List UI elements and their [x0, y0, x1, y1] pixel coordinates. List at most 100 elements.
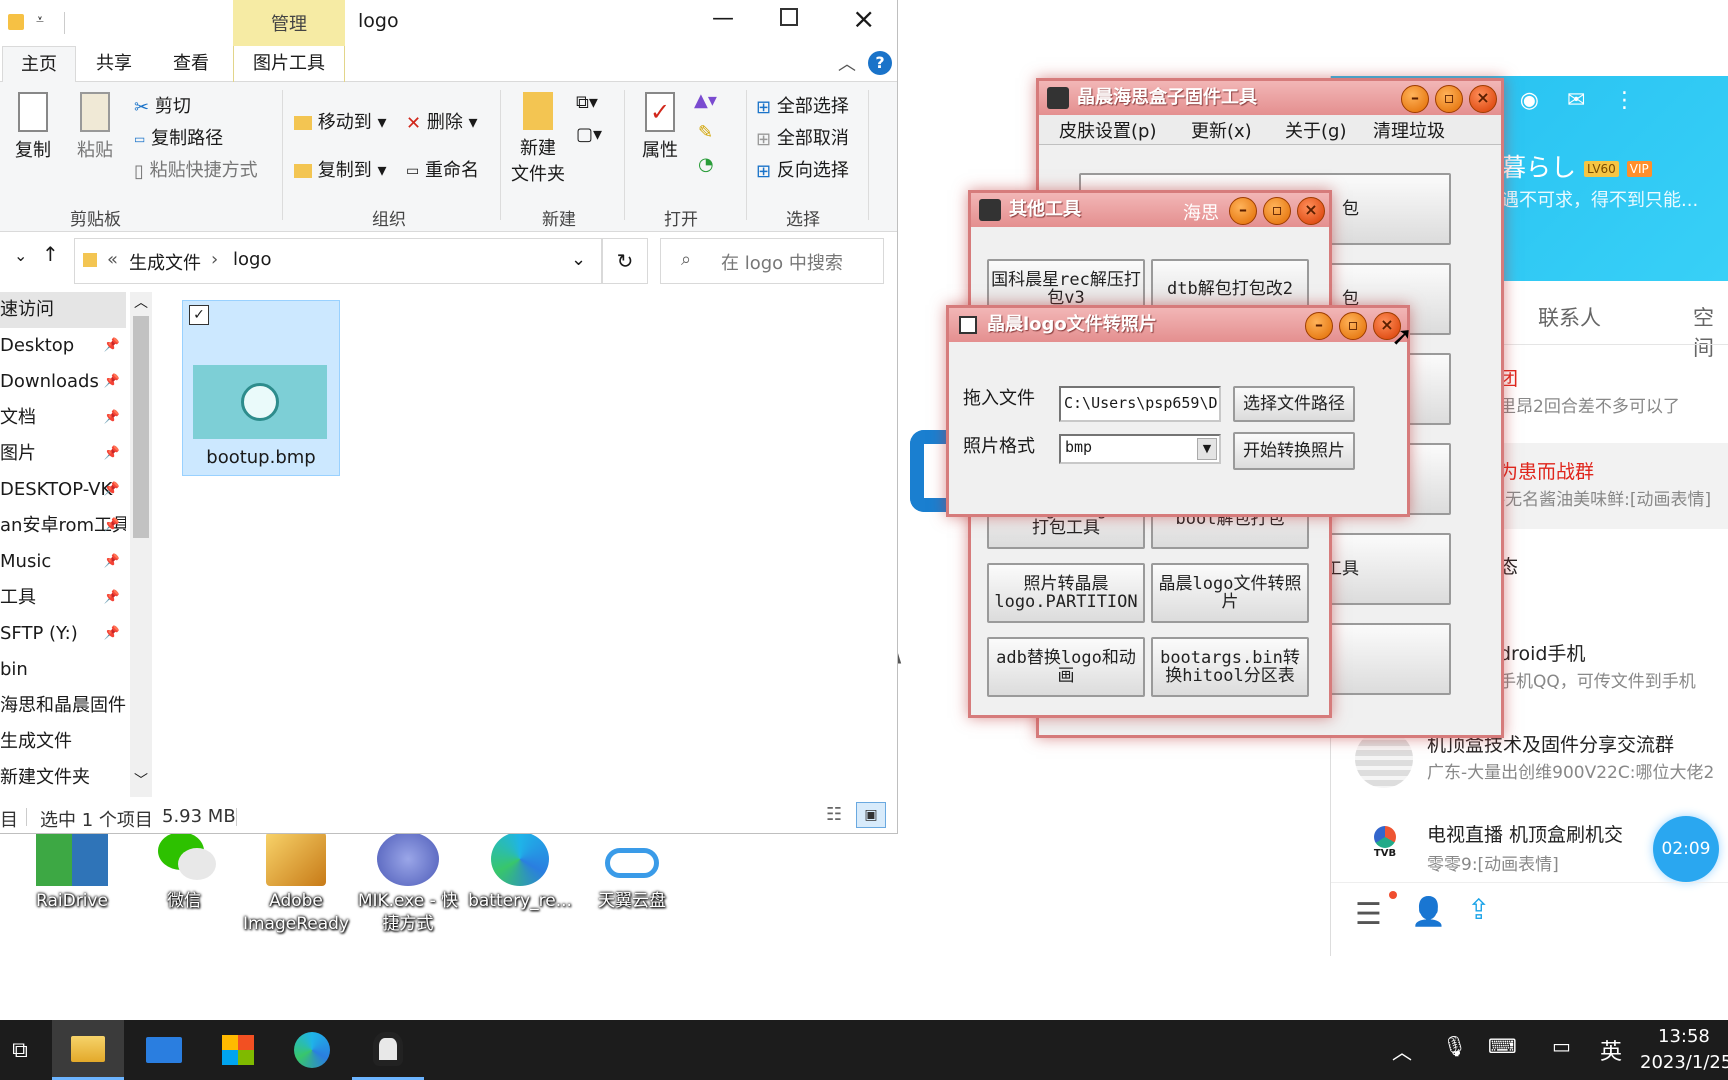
task-view-button[interactable]: ⧉: [0, 1020, 40, 1080]
add-friend-icon[interactable]: 👤: [1411, 895, 1446, 928]
dropdown-arrow-icon[interactable]: ▼: [1197, 438, 1217, 460]
minimize-button[interactable]: –: [1229, 197, 1257, 225]
up-arrow-icon[interactable]: ↑: [42, 242, 59, 266]
cut-button[interactable]: ✂ 剪切: [134, 92, 191, 118]
large-icons-view-icon[interactable]: ▣: [856, 802, 886, 828]
minimize-button[interactable]: –: [1401, 85, 1429, 113]
select-none-button[interactable]: ⊞ 全部取消: [756, 124, 849, 150]
copy-path-button[interactable]: ▭ 复制路径: [134, 124, 223, 150]
desktop-icon-tianyi-cloud[interactable]: 天翼云盘: [576, 832, 688, 913]
nav-scrollbar[interactable]: ︿ ﹀: [130, 292, 152, 797]
search-box[interactable]: ⌕ 在 logo 中搜索: [660, 238, 884, 284]
delete-button[interactable]: ✕ 删除 ▾: [406, 108, 478, 134]
btn-logo-to-photo[interactable]: 晶晨logo文件转照片: [1151, 563, 1309, 623]
minimize-button[interactable]: –: [1305, 312, 1333, 340]
close-button[interactable]: ×: [1469, 85, 1497, 113]
desktop-icon-raidrive[interactable]: RaiDrive: [16, 832, 128, 913]
nav-item[interactable]: 速访问: [0, 292, 126, 328]
nav-item[interactable]: DESKTOP-VK 📌: [0, 472, 126, 508]
paste-shortcut-button[interactable]: ▯ 粘贴快捷方式: [134, 156, 258, 182]
nav-item[interactable]: Downloads 📌: [0, 364, 126, 400]
clock-time[interactable]: 13:58: [1658, 1026, 1710, 1047]
qq-username[interactable]: 暮らし: [1501, 153, 1576, 182]
new-item-icon[interactable]: ⧉▾: [576, 92, 598, 113]
maximize-button[interactable]: ▫: [1339, 312, 1367, 340]
breadcrumb-item[interactable]: 生成文件: [129, 249, 201, 275]
menu-about[interactable]: 关于(g): [1285, 117, 1346, 143]
more-icon[interactable]: ⋮: [1613, 88, 1635, 118]
start-convert-button[interactable]: 开始转换照片: [1233, 432, 1355, 470]
invert-selection-button[interactable]: ⊞ 反向选择: [756, 156, 849, 182]
paste-button[interactable]: 粘贴: [72, 92, 118, 162]
nav-item[interactable]: 海思和晶晨固件工: [0, 688, 126, 724]
move-to-button[interactable]: 移动到 ▾: [294, 108, 387, 134]
scroll-down-icon[interactable]: ﹀: [134, 770, 148, 790]
taskbar-edge[interactable]: [276, 1020, 348, 1080]
file-path-input[interactable]: C:\Users\psp659\D: [1059, 386, 1221, 422]
nav-item[interactable]: 新建文件夹: [0, 760, 126, 796]
scroll-up-icon[interactable]: ︿: [134, 292, 148, 312]
nav-item[interactable]: 工具 📌: [0, 580, 126, 616]
menu-icon[interactable]: ☰: [1355, 897, 1382, 932]
close-button[interactable]: ×: [852, 2, 875, 35]
nav-item[interactable]: an安卓rom工具 📌: [0, 508, 126, 544]
nav-item[interactable]: bin: [0, 652, 126, 688]
file-item[interactable]: ✓ bootup.bmp: [182, 300, 340, 476]
scroll-thumb[interactable]: [133, 316, 149, 538]
tab-view[interactable]: 查看: [160, 46, 222, 82]
upload-icon[interactable]: ⇪: [1467, 893, 1490, 926]
maximize-button[interactable]: ▫: [1263, 197, 1291, 225]
ime-indicator[interactable]: 英: [1600, 1034, 1622, 1066]
mail-icon[interactable]: ✉: [1567, 88, 1585, 118]
select-path-button[interactable]: 选择文件路径: [1233, 386, 1355, 422]
easy-access-icon[interactable]: ▢▾: [576, 124, 602, 145]
rename-button[interactable]: ▭ 重命名: [406, 156, 479, 182]
microphone-icon[interactable]: 🎙: [1442, 1034, 1467, 1058]
tray-expand-icon[interactable]: ︿: [1392, 1036, 1412, 1065]
tab-home[interactable]: 主页: [2, 46, 76, 82]
menu-clean[interactable]: 清理垃圾: [1373, 117, 1445, 143]
nav-item[interactable]: Music 📌: [0, 544, 126, 580]
btn-adb-logo[interactable]: adb替换logo和动画: [987, 637, 1145, 697]
keyboard-icon[interactable]: ⌨: [1488, 1034, 1517, 1058]
qq-tab-space[interactable]: 空间: [1693, 302, 1728, 362]
nav-item[interactable]: SFTP (Y:) 📌: [0, 616, 126, 652]
copy-button[interactable]: 复制: [10, 92, 56, 162]
close-button[interactable]: ×: [1297, 197, 1325, 225]
desktop-icon-adobe-imageready[interactable]: Adobe ImageReady: [240, 832, 352, 936]
medal-icon[interactable]: ◉: [1520, 88, 1539, 118]
maximize-button[interactable]: ▫: [1435, 85, 1463, 113]
display-icon[interactable]: ▭: [1552, 1034, 1571, 1058]
recent-locations-icon[interactable]: ⌄: [14, 246, 27, 265]
clock-date[interactable]: 2023/1/25: [1640, 1052, 1728, 1073]
select-all-button[interactable]: ⊞ 全部选择: [756, 92, 849, 118]
nav-item[interactable]: Desktop 📌: [0, 328, 126, 364]
nav-item[interactable]: 生成文件: [0, 724, 126, 760]
new-folder-button[interactable]: 新建 文件夹: [510, 92, 566, 186]
nav-item[interactable]: 图片 📌: [0, 436, 126, 472]
context-tab-manage[interactable]: 管理: [233, 0, 345, 46]
address-dropdown-icon[interactable]: ⌄: [571, 249, 586, 270]
properties-button[interactable]: ✓ 属性: [636, 92, 684, 162]
maximize-button[interactable]: [780, 8, 798, 26]
collapse-ribbon-icon[interactable]: ︿: [838, 50, 856, 76]
nav-item[interactable]: 文档 📌: [0, 400, 126, 436]
desktop-icon-mik[interactable]: MIK.exe - 快 捷方式: [352, 832, 464, 936]
tab-share[interactable]: 共享: [84, 46, 144, 82]
open-icon[interactable]: ▲▾: [694, 90, 717, 111]
minimize-button[interactable]: —: [712, 6, 734, 31]
format-select[interactable]: bmp ▼: [1059, 434, 1221, 464]
tab-picture-tools[interactable]: 图片工具: [233, 46, 345, 82]
qq-signature[interactable]: 遇不可求，得不到只能...: [1501, 186, 1698, 212]
taskbar-store[interactable]: [202, 1020, 274, 1080]
breadcrumb-item[interactable]: logo: [233, 249, 271, 270]
desktop-icon-battery[interactable]: battery_re...: [464, 832, 576, 913]
help-icon[interactable]: ?: [868, 51, 892, 75]
qq-tab-contacts[interactable]: 联系人: [1538, 302, 1601, 332]
refresh-button[interactable]: ↻: [602, 238, 648, 284]
btn-photo-to-logo[interactable]: 照片转晶晨logo.PARTITION: [987, 563, 1145, 623]
copy-to-button[interactable]: 复制到 ▾: [294, 156, 387, 182]
address-bar[interactable]: « 生成文件 › logo ⌄: [74, 238, 602, 284]
edit-icon[interactable]: ✎: [698, 122, 713, 143]
checkbox-checked-icon[interactable]: ✓: [189, 305, 209, 325]
